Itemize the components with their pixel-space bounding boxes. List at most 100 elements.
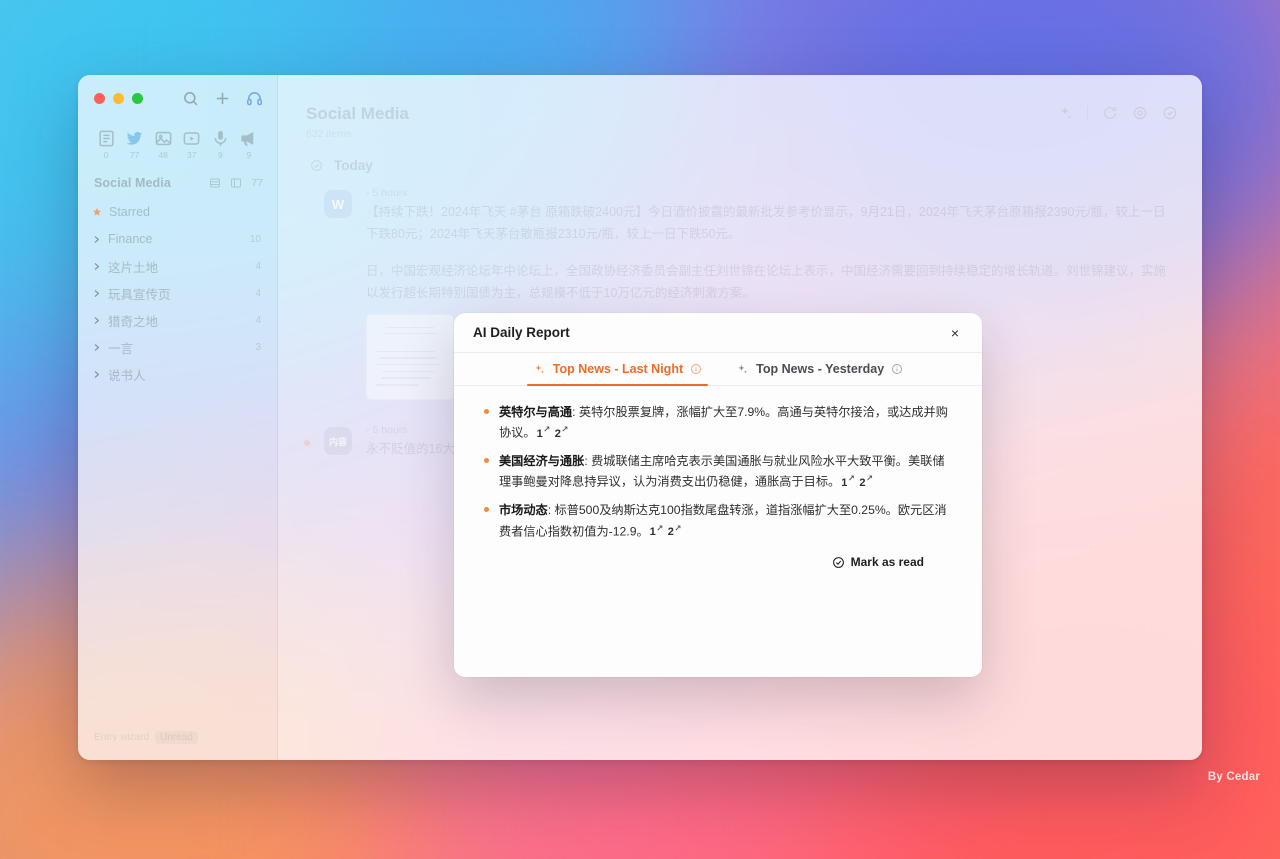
feed-type-twitter[interactable]: 77 (121, 129, 149, 160)
feed-type-bar: 0 77 48 37 9 9 (78, 121, 277, 160)
feed-count: 37 (187, 150, 197, 160)
source-link-2[interactable]: 2↗ (555, 424, 569, 440)
list-detail-icon[interactable] (230, 177, 242, 189)
feed-count: 9 (218, 150, 223, 160)
tab-top-news-last-night[interactable]: Top News - Last Night (526, 362, 709, 386)
bullet-lead: 美国经济与通胀 (499, 454, 585, 469)
bullet-lead: 市场动态 (499, 503, 548, 518)
plus-icon[interactable] (214, 90, 231, 107)
sidebar-item-count: 4 (255, 314, 261, 326)
feed-type-picture[interactable]: 48 (149, 129, 177, 160)
sidebar-item-label: 猎奇之地 (108, 314, 159, 329)
source-link-2[interactable]: 2↗ (668, 523, 682, 539)
sidebar-nav: Starred Finance 10 这片土地 4 玩具宣传页 4 猎奇之地 4… (78, 198, 277, 387)
chevron-right-icon (94, 316, 100, 324)
bullet-text: 美国经济与通胀: 费城联储主席哈克表示美国通胀与就业风险水平大致平衡。美联储理事… (499, 451, 954, 492)
sidebar-footer: Entry wizard Unread (78, 731, 277, 760)
maximize-window-button[interactable] (132, 92, 143, 104)
sparkle-icon (738, 364, 748, 373)
source-link-1[interactable]: 1↗ (841, 473, 855, 489)
tab-label: Top News - Yesterday (756, 362, 885, 376)
mark-as-read-label: Mark as read (850, 555, 924, 570)
info-circle-icon[interactable] (891, 363, 903, 375)
bullet-body: : 标普500及纳斯达克100指数尾盘转涨，道指涨幅扩大至0.25%。欧元区消费… (499, 503, 947, 539)
sidebar: 0 77 48 37 9 9 Social Media 77 Starred F… (78, 75, 278, 760)
sidebar-item-label: 这片土地 (108, 260, 159, 275)
watermark: By Cedar (1207, 771, 1260, 783)
chevron-right-icon (94, 262, 100, 270)
source-link-2[interactable]: 2↗ (859, 473, 873, 489)
app-window: 0 77 48 37 9 9 Social Media 77 Starred F… (78, 75, 1202, 760)
sidebar-item-zhepiantudi[interactable]: 这片土地 4 (86, 254, 269, 279)
dialog-actions: Mark as read (484, 541, 954, 569)
source-link-1[interactable]: 1↗ (537, 424, 551, 440)
sidebar-item-count: 10 (249, 233, 261, 245)
dialog-tabs: Top News - Last Night Top News - Yesterd… (454, 353, 982, 386)
dialog-body: 英特尔与高通: 英特尔股票复牌，涨幅扩大至7.9%。高通与英特尔接洽，或达成并购… (454, 386, 982, 677)
chevron-right-icon (94, 289, 100, 297)
feed-type-video[interactable]: 37 (178, 129, 206, 160)
sidebar-item-finance[interactable]: Finance 10 (86, 227, 269, 252)
source-link-1[interactable]: 1↗ (650, 523, 664, 539)
feed-type-notice[interactable]: 9 (235, 129, 263, 160)
feed-count: 77 (129, 150, 140, 160)
article-icon (98, 130, 114, 147)
bullet-text: 市场动态: 标普500及纳斯达克100指数尾盘转涨，道指涨幅扩大至0.25%。欧… (499, 500, 954, 541)
feed-type-article[interactable]: 0 (92, 129, 120, 160)
feed-type-audio[interactable]: 9 (206, 129, 234, 160)
bullet-marker (484, 507, 489, 513)
list-item: 市场动态: 标普500及纳斯达克100指数尾盘转涨，道指涨幅扩大至0.25%。欧… (484, 500, 954, 541)
sidebar-item-label: Starred (109, 205, 150, 219)
sidebar-item-lieqizhidi[interactable]: 猎奇之地 4 (86, 308, 269, 333)
sidebar-item-yiyan[interactable]: 一言 3 (86, 335, 269, 360)
chevron-right-icon (94, 370, 100, 378)
sidebar-item-shuoshuren[interactable]: 说书人 (86, 362, 269, 387)
sparkle-icon (535, 364, 544, 373)
picture-icon (155, 131, 172, 146)
tab-label: Top News - Last Night (552, 362, 684, 376)
dialog-title: AI Daily Report (473, 325, 570, 340)
bullet-lead: 英特尔与高通 (499, 405, 573, 419)
tab-top-news-yesterday[interactable]: Top News - Yesterday (734, 362, 905, 385)
news-bullet-list: 英特尔与高通: 英特尔股票复牌，涨幅扩大至7.9%。高通与英特尔接洽，或达成并购… (484, 402, 954, 541)
sidebar-item-label: 说书人 (108, 368, 146, 383)
sidebar-item-starred[interactable]: Starred (86, 200, 269, 225)
headphones-icon[interactable] (246, 90, 263, 107)
feed-count: 48 (158, 150, 168, 160)
close-window-button[interactable] (94, 92, 105, 104)
megaphone-icon (241, 132, 254, 146)
close-icon[interactable]: × (944, 322, 966, 344)
bullet-marker (484, 458, 489, 464)
sidebar-item-count: 4 (255, 260, 261, 272)
sidebar-item-label: 一言 (108, 341, 134, 356)
sidebar-section-tools: 77 (209, 177, 263, 189)
traffic-lights (94, 92, 143, 104)
video-icon (183, 132, 200, 145)
chevron-right-icon (94, 235, 100, 243)
dialog-header: AI Daily Report × (454, 313, 982, 353)
bullet-marker (484, 409, 489, 414)
twitter-icon (126, 131, 143, 145)
info-circle-icon[interactable] (690, 363, 702, 375)
bullet-text: 英特尔与高通: 英特尔股票复牌，涨幅扩大至7.9%。高通与英特尔接洽，或达成并购… (499, 402, 954, 443)
sidebar-footer-pill: Unread (155, 731, 198, 744)
list-item: 美国经济与通胀: 费城联储主席哈克表示美国通胀与就业风险水平大致平衡。美联储理事… (484, 451, 954, 492)
sidebar-section-header: Social Media 77 (78, 160, 277, 198)
search-icon[interactable] (182, 90, 199, 107)
sidebar-item-label: 玩具宣传页 (108, 287, 171, 302)
sidebar-section-title: Social Media (94, 175, 171, 190)
sidebar-item-label: Finance (108, 232, 153, 246)
list-compact-icon[interactable] (209, 177, 221, 189)
titlebar-actions (182, 90, 263, 107)
sidebar-item-count: 4 (255, 287, 261, 299)
sidebar-item-wanjuxuanchuanye[interactable]: 玩具宣传页 4 (86, 281, 269, 306)
feed-count: 9 (246, 150, 252, 160)
window-titlebar (78, 75, 277, 121)
star-icon (93, 208, 101, 216)
feed-count: 0 (103, 150, 109, 160)
list-item: 英特尔与高通: 英特尔股票复牌，涨幅扩大至7.9%。高通与英特尔接洽，或达成并购… (484, 402, 954, 443)
sidebar-section-count: 77 (251, 176, 263, 189)
minimize-window-button[interactable] (113, 92, 124, 104)
chevron-right-icon (94, 343, 100, 351)
mark-as-read-button[interactable]: Mark as read (832, 555, 924, 569)
